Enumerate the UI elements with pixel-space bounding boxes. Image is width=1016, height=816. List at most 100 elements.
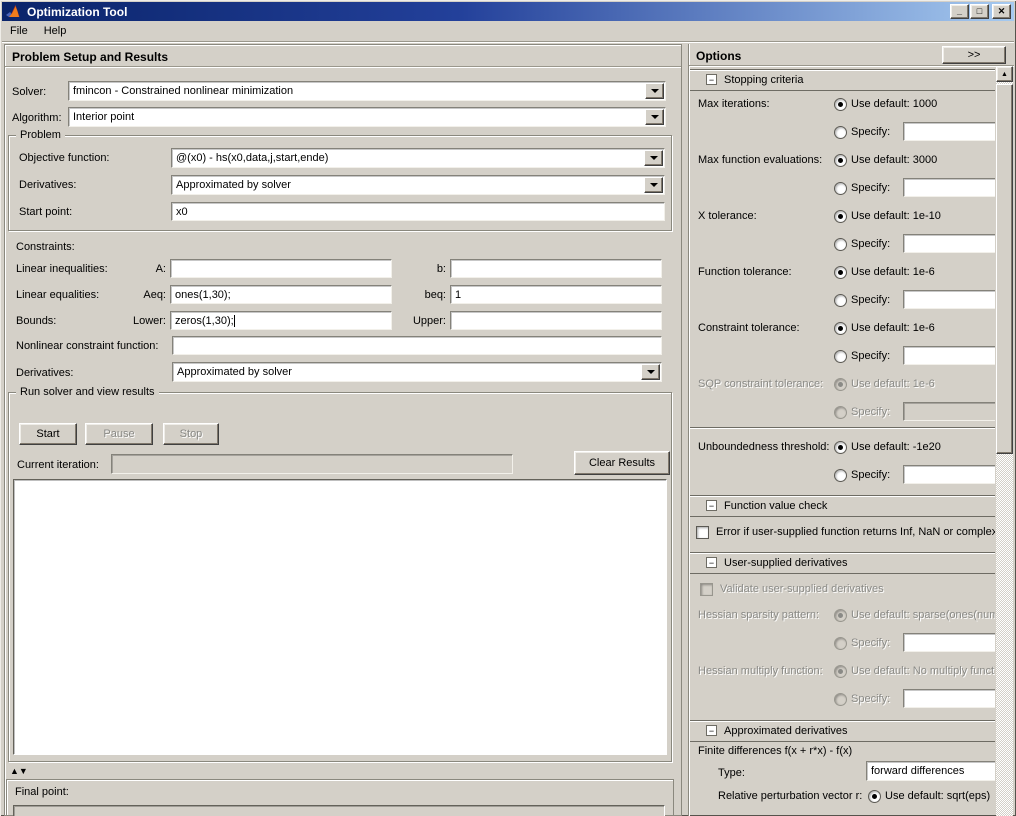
minimize-icon: _	[957, 6, 962, 16]
specify-input[interactable]	[903, 122, 995, 141]
derivatives-dropdown-arrow-icon[interactable]	[644, 177, 663, 193]
collapse-icon[interactable]: −	[706, 725, 717, 736]
matlab-logo-icon	[6, 4, 22, 20]
section-user-supplied-derivatives[interactable]: − User-supplied derivatives	[690, 553, 995, 574]
error-check-row: Error if user-supplied function returns …	[690, 524, 995, 541]
results-pane[interactable]	[13, 479, 667, 755]
menu-file[interactable]: File	[2, 23, 36, 39]
a-input[interactable]	[170, 259, 392, 278]
scrollbar-up-icon[interactable]: ▲	[996, 66, 1013, 82]
maximize-button[interactable]: □	[970, 4, 989, 19]
pause-button: Pause	[85, 423, 153, 445]
splitter-up-icon[interactable]: ▲	[10, 766, 19, 776]
beq-label: beq:	[396, 289, 446, 301]
solver-value: fmincon - Constrained nonlinear minimiza…	[73, 85, 293, 97]
final-point-table[interactable]	[13, 805, 665, 816]
option-row: X tolerance: Use default: 1e-10	[690, 208, 995, 225]
solver-combobox[interactable]: fmincon - Constrained nonlinear minimiza…	[68, 81, 666, 101]
validate-derivatives-checkbox	[700, 583, 713, 596]
upper-bound-input[interactable]	[450, 311, 662, 330]
objective-dropdown-arrow-icon[interactable]	[644, 150, 663, 166]
use-default-radio[interactable]	[834, 266, 847, 279]
error-check-checkbox[interactable]	[696, 526, 709, 539]
fd-type-label: Type:	[718, 767, 745, 779]
close-button[interactable]: ✕	[992, 4, 1011, 19]
options-scrollbar[interactable]: ▲	[996, 66, 1013, 816]
constraint-derivatives-dropdown-arrow-icon[interactable]	[641, 364, 660, 380]
specify-input[interactable]	[903, 290, 995, 309]
use-default-radio[interactable]	[834, 154, 847, 167]
option-row: Unboundedness threshold: Use default: -1…	[690, 439, 995, 456]
option-row-specify: Specify:	[690, 236, 995, 253]
constraint-derivatives-combobox[interactable]: Approximated by solver	[172, 362, 662, 382]
specify-input	[903, 633, 995, 652]
collapse-icon[interactable]: −	[706, 500, 717, 511]
use-default-radio[interactable]	[834, 210, 847, 223]
aeq-input[interactable]: ones(1,30);	[170, 285, 392, 304]
specify-radio[interactable]	[834, 294, 847, 307]
splitter-down-icon[interactable]: ▼	[19, 766, 28, 776]
option-row: Max iterations: Use default: 1000	[690, 96, 995, 113]
linear-inequalities-label: Linear inequalities:	[16, 263, 108, 275]
specify-radio[interactable]	[834, 469, 847, 482]
use-default-radio[interactable]	[834, 322, 847, 335]
minimize-button[interactable]: _	[950, 4, 969, 19]
beq-input[interactable]: 1	[450, 285, 662, 304]
options-expand-button[interactable]: >>	[942, 46, 1006, 64]
specify-input[interactable]	[903, 346, 995, 365]
option-row: Hessian sparsity pattern: Use default: s…	[690, 607, 995, 624]
start-point-input[interactable]: x0	[171, 202, 665, 221]
specify-input[interactable]	[903, 234, 995, 253]
use-default-radio[interactable]	[868, 790, 881, 803]
option-row-specify: Specify:	[690, 404, 995, 421]
section-approximated-derivatives[interactable]: − Approximated derivatives	[690, 721, 995, 742]
scrollbar-thumb[interactable]	[996, 84, 1013, 454]
use-default-radio	[834, 378, 847, 391]
option-row-specify: Specify:	[690, 348, 995, 365]
objective-function-combobox[interactable]: @(x0) - hs(x0,data,j,start,ende)	[171, 148, 665, 168]
specify-radio	[834, 406, 847, 419]
section-stopping-criteria[interactable]: − Stopping criteria	[690, 70, 995, 91]
algorithm-label: Algorithm:	[12, 112, 62, 124]
collapse-icon[interactable]: −	[706, 557, 717, 568]
section-function-value-check[interactable]: − Function value check	[690, 496, 995, 517]
specify-input[interactable]	[903, 178, 995, 197]
perturbation-row: Relative perturbation vector r: Use defa…	[690, 788, 995, 805]
solver-dropdown-arrow-icon[interactable]	[645, 83, 664, 99]
specify-radio[interactable]	[834, 126, 847, 139]
left-panel-title: Problem Setup and Results	[5, 45, 681, 67]
clear-results-button[interactable]: Clear Results	[574, 451, 670, 475]
maximize-icon: □	[977, 6, 982, 16]
objective-function-value: @(x0) - hs(x0,data,j,start,ende)	[176, 152, 328, 164]
a-label: A:	[106, 263, 166, 275]
use-default-radio[interactable]	[834, 441, 847, 454]
final-point-group: Final point:	[6, 779, 674, 816]
lower-label: Lower:	[106, 315, 166, 327]
window-title: Optimization Tool	[27, 5, 127, 19]
derivatives-label: Derivatives:	[19, 179, 76, 191]
specify-radio[interactable]	[834, 350, 847, 363]
specify-input	[903, 402, 995, 421]
specify-radio[interactable]	[834, 182, 847, 195]
final-point-label: Final point:	[15, 786, 69, 798]
start-button[interactable]: Start	[19, 423, 77, 445]
option-row: Function tolerance: Use default: 1e-6	[690, 264, 995, 281]
stop-button: Stop	[163, 423, 219, 445]
specify-radio[interactable]	[834, 238, 847, 251]
nonlinear-constraint-input[interactable]	[172, 336, 662, 355]
problem-group: Problem Objective function: @(x0) - hs(x…	[8, 135, 672, 231]
panel-splitter[interactable]: ▲▼	[10, 765, 670, 778]
fd-type-combobox[interactable]: forward differences	[866, 761, 995, 781]
current-iteration-field	[111, 454, 513, 474]
derivatives-combobox[interactable]: Approximated by solver	[171, 175, 665, 195]
specify-input[interactable]	[903, 465, 995, 484]
solver-label: Solver:	[12, 86, 46, 98]
algorithm-dropdown-arrow-icon[interactable]	[645, 109, 664, 125]
b-input[interactable]	[450, 259, 662, 278]
use-default-radio[interactable]	[834, 98, 847, 111]
algorithm-combobox[interactable]: Interior point	[68, 107, 666, 127]
lower-bound-input[interactable]: zeros(1,30);	[170, 311, 392, 330]
menu-help[interactable]: Help	[36, 23, 75, 39]
collapse-icon[interactable]: −	[706, 74, 717, 85]
constraint-derivatives-label: Derivatives:	[16, 367, 73, 379]
